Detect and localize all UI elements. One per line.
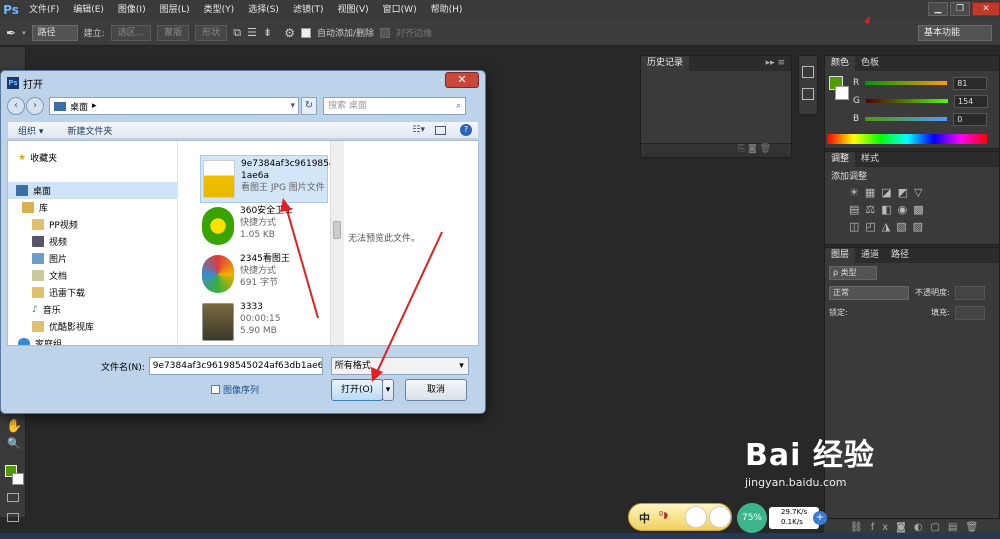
taskbar (0, 533, 1000, 539)
baidu-watermark: Bai 经验 jingyan.baidu.com (745, 430, 875, 489)
plus-icon[interactable]: + (813, 511, 827, 525)
ime-mascot-icon-2 (709, 506, 731, 528)
speed-percent[interactable]: 75% (737, 503, 767, 533)
ime-mode-label[interactable]: 中 (639, 510, 650, 526)
arrow-line-1 (286, 209, 319, 319)
arrow-head-1 (280, 198, 292, 212)
ime-toolbar[interactable]: 中 º◗ (628, 503, 732, 531)
ime-mascot-icon (685, 506, 707, 528)
small-red-marker (864, 16, 870, 24)
arrow-head-2 (371, 367, 383, 382)
network-speed-widget: 75% 29.7K/s 0.1K/s + (737, 497, 833, 533)
watermark-url: jingyan.baidu.com (745, 476, 847, 489)
ime-punct-icon[interactable]: º◗ (659, 511, 668, 521)
arrow-line-2 (376, 231, 443, 373)
watermark-text: Bai 经验 (745, 438, 875, 473)
